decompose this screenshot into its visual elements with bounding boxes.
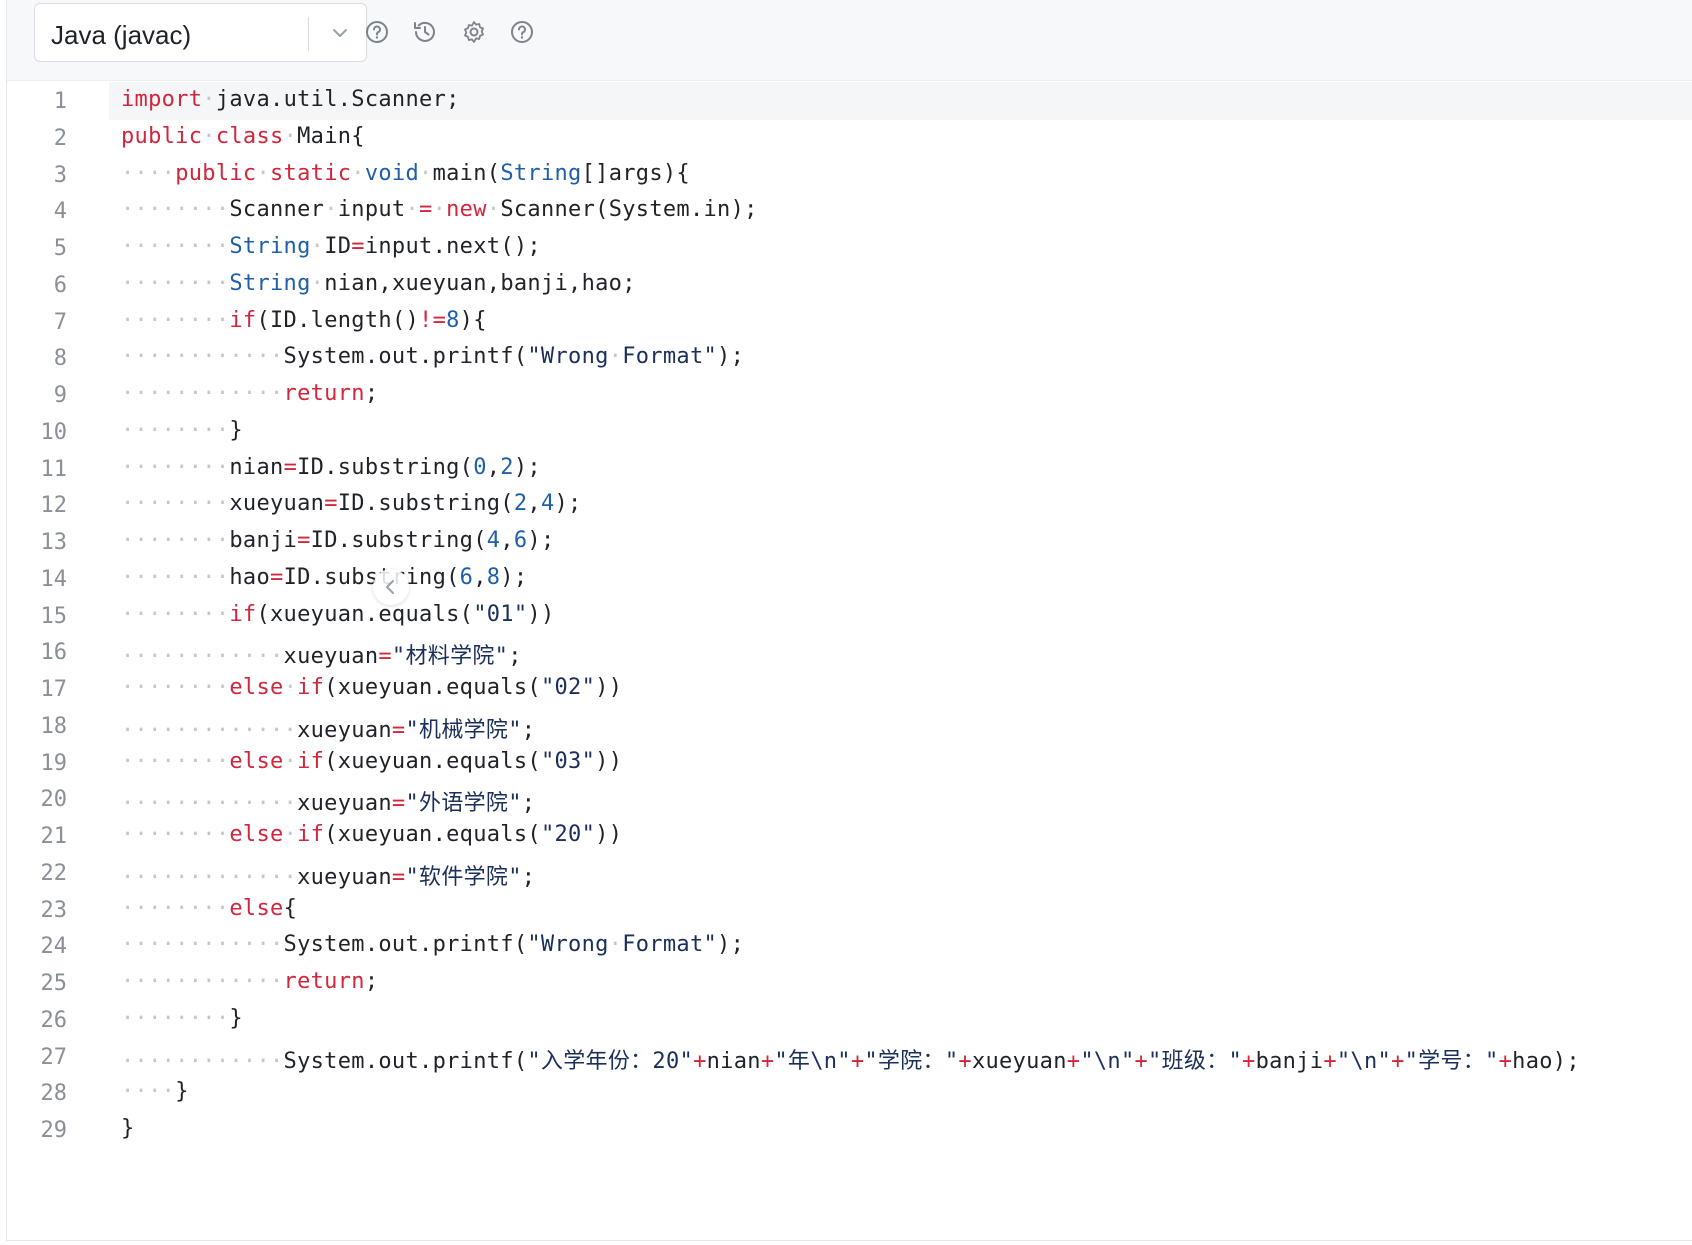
code-line[interactable]: 27 ············System.out.printf("入学年份：20… — [7, 1038, 1692, 1076]
line-number: 15 — [40, 603, 68, 629]
code-text[interactable]: } — [121, 1116, 135, 1141]
history-icon[interactable] — [410, 17, 440, 47]
code-text[interactable]: ············return; — [121, 381, 378, 406]
code-text[interactable]: ········String·ID=input.next(); — [121, 234, 541, 259]
code-editor-panel: Java (javac) 1 import·java.util.Scanner; 2… — [6, 0, 1692, 1241]
code-text[interactable]: ·············xueyuan="机械学院"; — [121, 712, 535, 744]
line-number: 11 — [40, 456, 68, 482]
code-line[interactable]: 4 ········Scanner·input·=·new·Scanner(Sys… — [7, 192, 1692, 230]
code-line[interactable]: 1 import·java.util.Scanner; — [7, 82, 1692, 120]
code-text[interactable]: ·············xueyuan="外语学院"; — [121, 785, 535, 817]
code-text[interactable]: ········else{ — [121, 896, 297, 921]
code-text[interactable]: ········else·if(xueyuan.equals("20")) — [121, 822, 622, 847]
code-text[interactable]: ········Scanner·input·=·new·Scanner(Syst… — [121, 197, 758, 222]
line-number: 18 — [40, 713, 68, 739]
code-line[interactable]: 22 ·············xueyuan="软件学院"; — [7, 854, 1692, 892]
help-circle-icon[interactable] — [362, 17, 392, 47]
code-text[interactable]: ············System.out.printf("入学年份：20"+… — [121, 1043, 1580, 1075]
line-number: 20 — [40, 787, 68, 813]
line-number: 7 — [53, 309, 67, 335]
code-line[interactable]: 10 ········} — [7, 413, 1692, 451]
line-number: 14 — [40, 566, 68, 592]
line-number: 23 — [40, 897, 68, 923]
code-line[interactable]: 14 ········hao=ID.substring(6,8); — [7, 560, 1692, 598]
line-number: 6 — [53, 272, 67, 298]
chevron-down-icon[interactable] — [325, 18, 355, 48]
code-line[interactable]: 24 ············System.out.printf("Wrong·F… — [7, 927, 1692, 965]
code-text[interactable]: ········hao=ID.substring(6,8); — [121, 565, 527, 590]
code-text[interactable]: ····} — [121, 1079, 189, 1104]
code-text[interactable]: ········} — [121, 418, 243, 443]
code-text[interactable]: ·············xueyuan="软件学院"; — [121, 859, 535, 891]
language-select-value: Java (javac) — [51, 20, 192, 50]
line-number: 2 — [53, 125, 67, 151]
code-line[interactable]: 20 ·············xueyuan="外语学院"; — [7, 780, 1692, 818]
line-number: 1 — [53, 89, 67, 114]
code-line[interactable]: 25 ············return; — [7, 964, 1692, 1002]
line-number: 4 — [53, 199, 67, 225]
code-line[interactable]: 6 ········String·nian,xueyuan,banji,hao; — [7, 266, 1692, 304]
code-line[interactable]: 2 public·class·Main{ — [7, 119, 1692, 157]
line-number: 16 — [40, 640, 68, 666]
code-text[interactable]: ········xueyuan=ID.substring(2,4); — [121, 491, 582, 516]
code-line[interactable]: 11 ········nian=ID.substring(0,2); — [7, 450, 1692, 488]
line-number: 27 — [40, 1044, 68, 1070]
code-text[interactable]: ········} — [121, 1006, 243, 1031]
line-number: 26 — [40, 1007, 68, 1033]
code-text[interactable]: import·java.util.Scanner; — [121, 87, 460, 112]
line-number: 22 — [40, 860, 68, 886]
line-number: 17 — [40, 677, 68, 702]
code-line[interactable]: 23 ········else{ — [7, 891, 1692, 929]
code-line[interactable]: 21 ········else·if(xueyuan.equals("20")) — [7, 817, 1692, 855]
code-text[interactable]: public·class·Main{ — [121, 124, 365, 149]
code-line[interactable]: 15 ········if(xueyuan.equals("01")) — [7, 597, 1692, 635]
code-line[interactable]: 29} — [7, 1111, 1692, 1149]
line-number: 19 — [40, 750, 68, 776]
code-text[interactable]: ········if(xueyuan.equals("01")) — [121, 602, 555, 627]
code-text[interactable]: ········String·nian,xueyuan,banji,hao; — [121, 271, 636, 296]
settings-gear-icon[interactable] — [459, 17, 489, 47]
code-line[interactable]: 7 ········if(ID.length()!=8){ — [7, 303, 1692, 341]
code-text[interactable]: ········else·if(xueyuan.equals("02")) — [121, 675, 622, 700]
code-text[interactable]: ········else·if(xueyuan.equals("03")) — [121, 749, 622, 774]
code-line[interactable]: 26 ········} — [7, 1001, 1692, 1039]
code-line[interactable]: 13 ········banji=ID.substring(4,6); — [7, 523, 1692, 561]
code-line[interactable]: 28 ····} — [7, 1074, 1692, 1112]
code-text[interactable]: ········banji=ID.substring(4,6); — [121, 528, 554, 553]
code-text[interactable]: ············xueyuan="材料学院"; — [121, 638, 522, 670]
code-line[interactable]: 19 ········else·if(xueyuan.equals("03")) — [7, 744, 1692, 782]
code-line[interactable]: 18 ·············xueyuan="机械学院"; — [7, 707, 1692, 745]
line-number: 28 — [40, 1081, 68, 1107]
code-text[interactable]: ····public·static·void·main(String[]args… — [121, 161, 690, 186]
line-number: 25 — [40, 971, 68, 996]
language-select[interactable]: Java (javac) — [34, 3, 367, 62]
line-number: 9 — [53, 383, 67, 408]
line-number: 29 — [40, 1118, 68, 1143]
line-number: 24 — [40, 934, 68, 960]
code-text[interactable]: ········if(ID.length()!=8){ — [121, 308, 487, 333]
code-line[interactable]: 3 ····public·static·void·main(String[]arg… — [7, 156, 1692, 194]
code-area[interactable]: 1 import·java.util.Scanner; 2 public·class·… — [7, 82, 1692, 1240]
code-text[interactable]: ············System.out.printf("Wrong·For… — [121, 344, 744, 369]
line-number: 3 — [53, 162, 67, 188]
line-number: 5 — [53, 236, 67, 261]
line-number: 12 — [40, 493, 68, 519]
code-text[interactable]: ············return; — [121, 969, 378, 994]
code-line[interactable]: 16 ············xueyuan="材料学院"; — [7, 633, 1692, 671]
code-line[interactable]: 17 ········else·if(xueyuan.equals("02")) — [7, 670, 1692, 708]
code-line[interactable]: 12 ········xueyuan=ID.substring(2,4); — [7, 486, 1692, 524]
editor-toolbar: Java (javac) — [7, 0, 1692, 81]
line-number: 10 — [40, 419, 68, 445]
collapse-panel-chevron-left-icon[interactable] — [373, 569, 409, 605]
question-icon[interactable] — [507, 17, 537, 47]
code-line[interactable]: 8 ············System.out.printf("Wrong·Fo… — [7, 339, 1692, 377]
code-text[interactable]: ············System.out.printf("Wrong·For… — [121, 932, 744, 957]
line-number: 21 — [40, 824, 68, 849]
code-line[interactable]: 9 ············return; — [7, 376, 1692, 414]
code-line[interactable]: 5 ········String·ID=input.next(); — [7, 229, 1692, 267]
code-text[interactable]: ········nian=ID.substring(0,2); — [121, 455, 541, 480]
line-number: 13 — [40, 530, 68, 555]
line-number: 8 — [53, 346, 67, 372]
select-divider — [308, 17, 309, 51]
